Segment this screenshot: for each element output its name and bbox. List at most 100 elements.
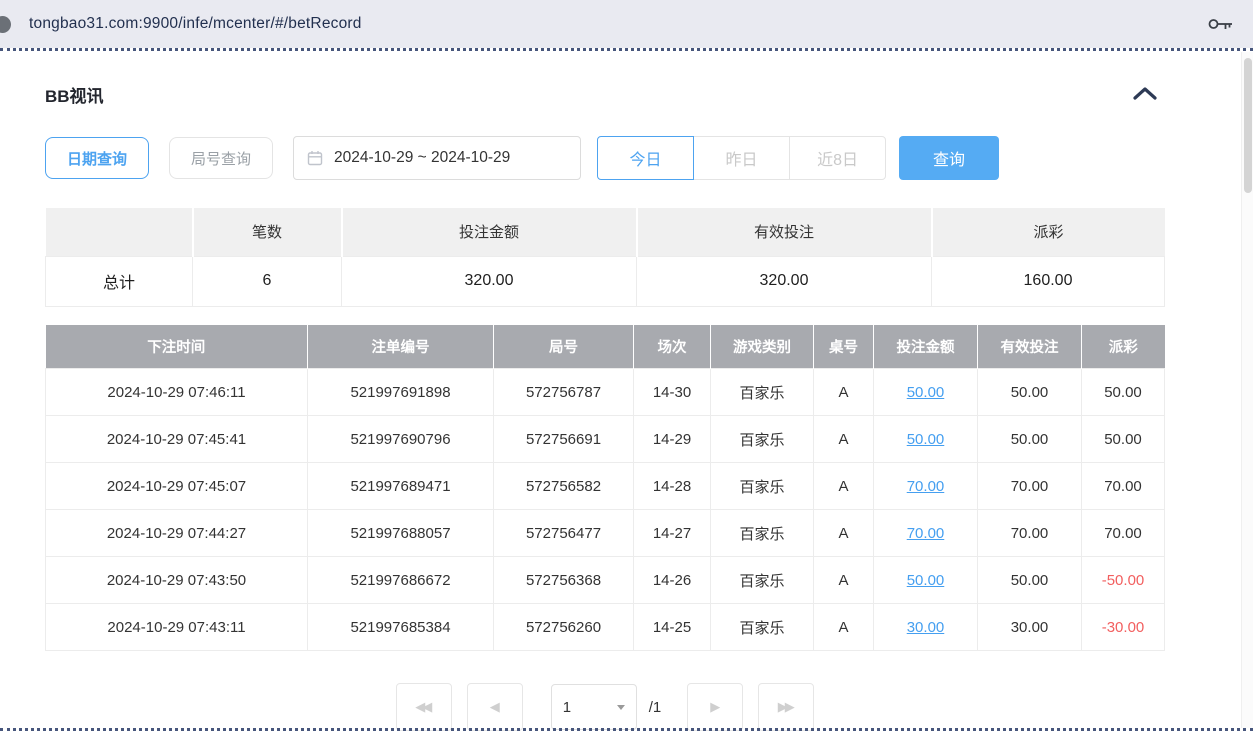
cell-session: 14-26 xyxy=(634,557,711,604)
url-text[interactable]: tongbao31.com:9900/infe/mcenter/#/betRec… xyxy=(29,15,362,33)
cell-round: 572756691 xyxy=(494,416,634,463)
bet-record-table: 下注时间注单编号局号场次游戏类别桌号投注金额有效投注派彩 2024-10-29 … xyxy=(45,325,1165,652)
bet-amount-link[interactable]: 50.00 xyxy=(874,416,978,463)
cell-order: 521997686672 xyxy=(308,557,494,604)
bet-table-header-cell: 投注金额 xyxy=(874,325,978,369)
cell-order: 521997691898 xyxy=(308,369,494,416)
summary-value: 320.00 xyxy=(342,256,637,306)
summary-total-row: 总计6320.00320.00160.00 xyxy=(46,256,1165,306)
table-row: 2024-10-29 07:43:11521997685384572756260… xyxy=(46,604,1165,651)
cell-session: 14-29 xyxy=(634,416,711,463)
bet-amount-link[interactable]: 30.00 xyxy=(874,604,978,651)
right-arrow-icon: ▶ xyxy=(710,701,720,714)
cell-game: 百家乐 xyxy=(711,369,814,416)
cell-time: 2024-10-29 07:45:07 xyxy=(46,463,308,510)
cell-order: 521997690796 xyxy=(308,416,494,463)
first-page-button[interactable]: ◀◀ xyxy=(396,683,452,731)
tab-date-query[interactable]: 日期查询 xyxy=(45,137,149,179)
cell-valid: 70.00 xyxy=(978,463,1082,510)
cell-payout: 70.00 xyxy=(1082,463,1165,510)
summary-value: 160.00 xyxy=(932,256,1165,306)
page-select[interactable]: 1 xyxy=(551,684,637,730)
scrollbar-thumb[interactable] xyxy=(1244,58,1252,193)
cell-time: 2024-10-29 07:43:11 xyxy=(46,604,308,651)
table-row: 2024-10-29 07:44:27521997688057572756477… xyxy=(46,510,1165,557)
table-row: 2024-10-29 07:43:50521997686672572756368… xyxy=(46,557,1165,604)
chevron-up-icon xyxy=(1133,87,1157,100)
cell-round: 572756368 xyxy=(494,557,634,604)
double-left-arrow-icon: ◀◀ xyxy=(415,701,432,714)
cell-game: 百家乐 xyxy=(711,557,814,604)
cell-session: 14-27 xyxy=(634,510,711,557)
cell-session: 14-25 xyxy=(634,604,711,651)
summary-header-cell: 投注金额 xyxy=(342,208,637,256)
cell-game: 百家乐 xyxy=(711,463,814,510)
summary-header-cell: 派彩 xyxy=(932,208,1165,256)
cell-order: 521997688057 xyxy=(308,510,494,557)
top-dotted-divider xyxy=(0,48,1253,51)
bet-table-header-cell: 派彩 xyxy=(1082,325,1165,369)
bet-table-header-cell: 下注时间 xyxy=(46,325,308,369)
cell-valid: 50.00 xyxy=(978,416,1082,463)
summary-value: 6 xyxy=(193,256,342,306)
bet-amount-link[interactable]: 50.00 xyxy=(874,557,978,604)
bet-table-header-cell: 局号 xyxy=(494,325,634,369)
cell-payout: -30.00 xyxy=(1082,604,1165,651)
tab-round-query[interactable]: 局号查询 xyxy=(169,137,273,179)
cell-game: 百家乐 xyxy=(711,604,814,651)
page-title: BB视讯 xyxy=(45,82,104,107)
prev-page-button[interactable]: ◀ xyxy=(467,683,523,731)
left-arrow-icon: ◀ xyxy=(490,701,500,714)
quick-yesterday-button[interactable]: 昨日 xyxy=(693,136,790,180)
summary-value: 320.00 xyxy=(637,256,932,306)
cell-round: 572756582 xyxy=(494,463,634,510)
cell-time: 2024-10-29 07:43:50 xyxy=(46,557,308,604)
page-total: /1 xyxy=(649,699,662,716)
key-icon-glyph xyxy=(1208,16,1233,32)
cell-session: 14-30 xyxy=(634,369,711,416)
filter-bar: 日期查询 局号查询 2024-10-29 ~ 2024-10-29 今日 昨日 … xyxy=(45,136,1165,180)
cell-order: 521997689471 xyxy=(308,463,494,510)
panel-header: BB视讯 xyxy=(45,82,1165,107)
last-page-button[interactable]: ▶▶ xyxy=(758,683,814,731)
cell-round: 572756477 xyxy=(494,510,634,557)
summary-table: 笔数投注金额有效投注派彩 总计6320.00320.00160.00 xyxy=(45,208,1165,307)
bet-amount-link[interactable]: 50.00 xyxy=(874,369,978,416)
cell-game: 百家乐 xyxy=(711,510,814,557)
bet-amount-link[interactable]: 70.00 xyxy=(874,463,978,510)
bet-record-panel: BB视讯 日期查询 局号查询 2024-10-29 xyxy=(45,82,1165,731)
cell-payout: -50.00 xyxy=(1082,557,1165,604)
search-button[interactable]: 查询 xyxy=(899,136,999,180)
summary-header-row: 笔数投注金额有效投注派彩 xyxy=(46,208,1165,256)
cell-game: 百家乐 xyxy=(711,416,814,463)
bet-table-header-cell: 场次 xyxy=(634,325,711,369)
cell-payout: 70.00 xyxy=(1082,510,1165,557)
double-right-arrow-icon: ▶▶ xyxy=(778,701,795,714)
cell-valid: 70.00 xyxy=(978,510,1082,557)
scrollbar[interactable] xyxy=(1241,52,1253,728)
next-page-button[interactable]: ▶ xyxy=(687,683,743,731)
bet-table-header-cell: 有效投注 xyxy=(978,325,1082,369)
cell-time: 2024-10-29 07:44:27 xyxy=(46,510,308,557)
bottom-dotted-divider xyxy=(0,728,1253,731)
bet-table-header-cell: 游戏类别 xyxy=(711,325,814,369)
bet-amount-link[interactable]: 70.00 xyxy=(874,510,978,557)
url-bar: tongbao31.com:9900/infe/mcenter/#/betRec… xyxy=(0,0,1253,48)
cell-valid: 30.00 xyxy=(978,604,1082,651)
summary-header-cell: 笔数 xyxy=(193,208,342,256)
quick-today-button[interactable]: 今日 xyxy=(597,136,694,180)
cell-table_no: A xyxy=(814,416,874,463)
date-range-value: 2024-10-29 ~ 2024-10-29 xyxy=(334,149,510,167)
collapse-button[interactable] xyxy=(1127,85,1163,105)
quick-range-group: 今日 昨日 近8日 xyxy=(597,136,886,180)
date-range-input[interactable]: 2024-10-29 ~ 2024-10-29 xyxy=(293,136,581,180)
cell-valid: 50.00 xyxy=(978,369,1082,416)
cell-time: 2024-10-29 07:46:11 xyxy=(46,369,308,416)
quick-last8-button[interactable]: 近8日 xyxy=(789,136,886,180)
key-icon[interactable] xyxy=(1204,12,1237,36)
site-favicon-icon xyxy=(0,16,11,33)
cell-time: 2024-10-29 07:45:41 xyxy=(46,416,308,463)
summary-header-cell: 有效投注 xyxy=(637,208,932,256)
cell-order: 521997685384 xyxy=(308,604,494,651)
browser-window: tongbao31.com:9900/infe/mcenter/#/betRec… xyxy=(0,0,1253,731)
